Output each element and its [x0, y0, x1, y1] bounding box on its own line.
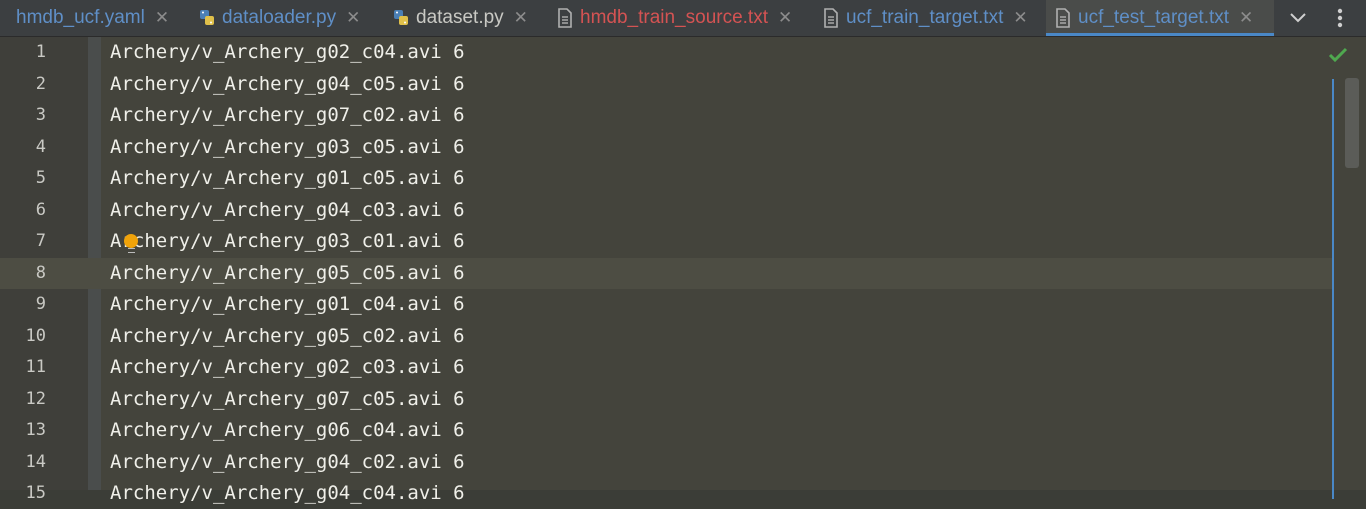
code-line[interactable]: Archery/v_Archery_g04_c02.avi 6: [110, 447, 465, 478]
tab-dataloader-py[interactable]: dataloader.py ✕: [190, 0, 384, 36]
close-icon[interactable]: ✕: [778, 8, 792, 28]
tab-label: ucf_test_target.txt: [1078, 7, 1230, 28]
line-number: 1: [35, 42, 46, 62]
code-line[interactable]: Archery/v_Archery_g04_c04.avi 6: [110, 478, 465, 509]
line-number: 14: [25, 451, 46, 472]
code-line[interactable]: Archery/v_Archery_g02_c03.avi 6: [110, 352, 465, 383]
tab-label: hmdb_ucf.yaml: [16, 7, 145, 28]
tab-label: dataloader.py: [222, 7, 337, 28]
line-number: 5: [35, 168, 46, 188]
line-number: 10: [25, 325, 46, 346]
close-icon[interactable]: ✕: [155, 8, 169, 28]
tab-ucf-test-target-txt[interactable]: ucf_test_target.txt ✕: [1046, 0, 1274, 36]
close-icon[interactable]: ✕: [346, 8, 360, 28]
tab-label: ucf_train_target.txt: [846, 7, 1004, 28]
line-number: 7: [35, 231, 46, 251]
close-icon[interactable]: ✕: [1239, 8, 1253, 28]
python-file-icon: [198, 8, 216, 28]
tab-label: hmdb_train_source.txt: [580, 7, 768, 28]
line-number: 9: [35, 294, 46, 314]
line-number: 6: [35, 199, 46, 220]
text-file-icon: [822, 8, 840, 28]
vertical-scrollbar[interactable]: [1345, 78, 1359, 168]
tab-dataset-py[interactable]: dataset.py ✕: [384, 0, 548, 36]
line-number: 11: [25, 357, 46, 377]
code-line[interactable]: Archery/v_Archery_g01_c05.avi 6: [110, 163, 465, 194]
text-file-icon: [1054, 8, 1072, 28]
lightbulb-icon[interactable]: [124, 234, 138, 253]
checkmark-icon[interactable]: [1328, 45, 1350, 67]
line-number: 8: [35, 262, 46, 283]
editor-tab-bar: ucf_test_target.txt ✕ ucf_train_target.txt…: [0, 0, 1366, 37]
code-line[interactable]: Archery/v_Archery_g05_c02.avi 6: [110, 321, 465, 352]
code-line[interactable]: Archery/v_Archery_g03_c01.avi 6: [110, 226, 465, 257]
code-line[interactable]: Archery/v_Archery_g05_c05.avi 6: [110, 258, 465, 289]
close-icon[interactable]: ✕: [514, 8, 528, 28]
line-number: 12: [25, 388, 46, 409]
python-file-icon: [392, 8, 410, 28]
line-number: 2: [35, 73, 46, 94]
tab-ucf-train-target-txt[interactable]: ucf_train_target.txt ✕: [814, 0, 1046, 36]
code-line[interactable]: Archery/v_Archery_g01_c04.avi 6: [110, 289, 465, 320]
scroll-position-marker: [1332, 79, 1334, 499]
line-number: 4: [35, 136, 46, 157]
line-number: 3: [35, 105, 46, 125]
code-line[interactable]: Archery/v_Archery_g07_c02.avi 6: [110, 100, 465, 131]
close-icon[interactable]: ✕: [1013, 8, 1027, 28]
code-line[interactable]: Archery/v_Archery_g04_c05.avi 6: [110, 69, 465, 100]
code-line[interactable]: Archery/v_Archery_g02_c04.avi 6: [110, 37, 465, 68]
text-file-icon: [556, 8, 574, 28]
code-line[interactable]: Archery/v_Archery_g06_c04.avi 6: [110, 415, 465, 446]
code-line[interactable]: Archery/v_Archery_g04_c03.avi 6: [110, 195, 465, 226]
chevron-down-icon[interactable]: [1281, 0, 1315, 36]
line-number: 15: [25, 483, 46, 503]
code-editor[interactable]: 1 Archery/v_Archery_g02_c04.avi 6 2 Archery…: [0, 37, 1366, 504]
tab-hmdb-ucf-yaml[interactable]: hmdb_ucf.yaml ✕: [0, 0, 190, 36]
line-number: 13: [25, 420, 46, 440]
code-line[interactable]: Archery/v_Archery_g07_c05.avi 6: [110, 384, 465, 415]
tab-label: dataset.py: [416, 7, 504, 28]
code-line[interactable]: Archery/v_Archery_g03_c05.avi 6: [110, 132, 465, 163]
tab-hmdb-train-source-txt[interactable]: hmdb_train_source.txt ✕: [548, 0, 814, 36]
vertical-dots-icon[interactable]: [1323, 0, 1357, 36]
